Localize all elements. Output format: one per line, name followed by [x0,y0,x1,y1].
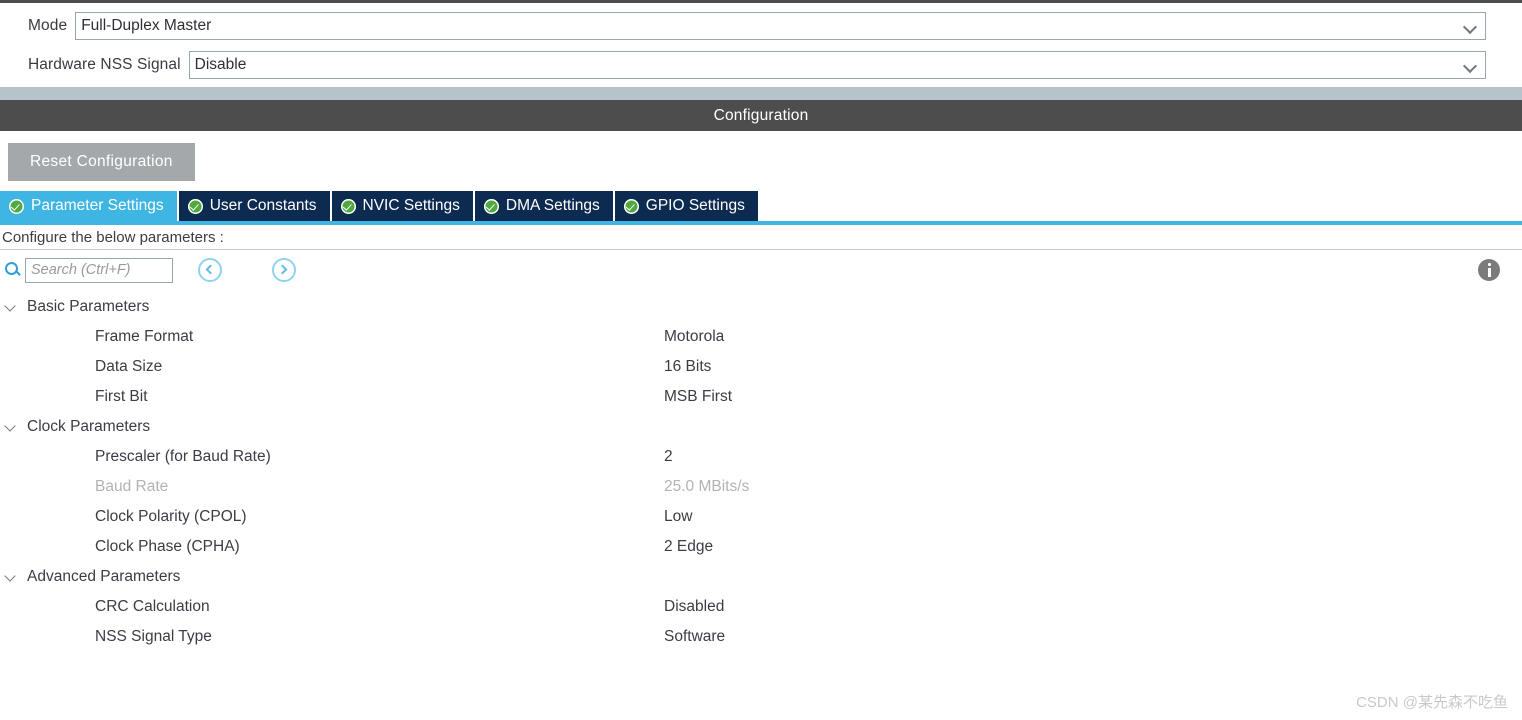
table-row[interactable]: Clock Polarity (CPOL) Low [0,502,1522,532]
toolbar: Reset Configuration [0,131,1522,191]
check-circle-icon [187,198,203,214]
param-label: First Bit [95,388,148,405]
param-label: Prescaler (for Baud Rate) [95,448,271,465]
watermark: CSDN @某先森不吃鱼 [1356,694,1508,711]
check-circle-icon [9,198,24,214]
search-toolbar [0,250,1522,290]
configuration-title: Configuration [713,106,809,124]
table-row[interactable]: Frame Format Motorola [0,322,1522,352]
chevron-down-icon[interactable] [2,297,22,317]
mode-label: Mode [28,17,68,34]
tab-user-constants[interactable]: User Constants [178,191,330,221]
tab-label: NVIC Settings [362,197,460,214]
param-label: Clock Phase (CPHA) [95,538,240,555]
table-row: Baud Rate 25.0 MBits/s [0,472,1522,502]
mode-dropdown[interactable]: Full-Duplex Master [75,12,1486,40]
chevron-right-circle-icon[interactable] [272,258,296,282]
param-value[interactable]: 16 Bits [664,358,711,376]
param-value[interactable]: Software [664,628,725,646]
parameter-tree: Basic Parameters Frame Format Motorola D… [0,290,1522,652]
param-label: Baud Rate [95,478,169,495]
tab-label: User Constants [209,197,317,214]
tree-group-advanced-parameters[interactable]: Advanced Parameters [0,562,1522,592]
param-value[interactable]: 2 [664,448,673,466]
param-value[interactable]: 2 Edge [664,538,713,556]
form-row-mode: Mode Full-Duplex Master [0,9,1522,43]
param-value: 25.0 MBits/s [664,478,750,495]
tab-label: GPIO Settings [645,197,745,214]
table-row[interactable]: First Bit MSB First [0,382,1522,412]
param-label: Frame Format [95,328,194,345]
table-row[interactable]: Data Size 16 Bits [0,352,1522,382]
chevron-down-icon[interactable] [2,417,22,437]
hardware-nss-signal-value: Disable [194,56,247,74]
chevron-left-circle-icon[interactable] [198,258,222,282]
settings-tab-bar: Parameter Settings User Constants NVIC S… [0,191,1522,221]
form-row-hardware-nss-signal: Hardware NSS Signal Disable [0,48,1522,82]
param-label: NSS Signal Type [95,628,212,645]
tree-group-basic-parameters[interactable]: Basic Parameters [0,292,1522,322]
configure-hint: Configure the below parameters : [2,229,224,246]
table-row[interactable]: Prescaler (for Baud Rate) 2 [0,442,1522,472]
param-value[interactable]: Motorola [664,328,724,346]
tree-group-label: Advanced Parameters [27,568,181,585]
table-row[interactable]: NSS Signal Type Software [0,622,1522,652]
check-circle-icon [340,198,356,214]
param-label: Clock Polarity (CPOL) [95,508,247,525]
param-value[interactable]: Disabled [664,598,724,616]
tab-nvic-settings[interactable]: NVIC Settings [331,191,473,221]
table-row[interactable]: Clock Phase (CPHA) 2 Edge [0,532,1522,562]
tree-group-clock-parameters[interactable]: Clock Parameters [0,412,1522,442]
configuration-header: Configuration [0,100,1522,131]
info-icon[interactable] [1478,259,1500,281]
tab-label: Parameter Settings [31,197,164,214]
search-input[interactable] [25,257,173,283]
chevron-down-icon [1463,22,1477,31]
check-circle-icon [623,198,639,214]
mode-value: Full-Duplex Master [81,17,212,35]
reset-configuration-button[interactable]: Reset Configuration [8,143,195,181]
hardware-nss-signal-label: Hardware NSS Signal [28,56,181,73]
tab-gpio-settings[interactable]: GPIO Settings [614,191,758,221]
check-circle-icon [483,198,499,214]
tab-dma-settings[interactable]: DMA Settings [474,191,613,221]
param-label: CRC Calculation [95,598,210,615]
param-label: Data Size [95,358,163,375]
tab-label: DMA Settings [505,197,600,214]
tab-parameter-settings[interactable]: Parameter Settings [0,191,177,221]
search-icon [4,261,22,279]
spi-mode-form: Mode Full-Duplex Master Hardware NSS Sig… [0,3,1522,82]
param-value[interactable]: MSB First [664,388,732,406]
tree-group-label: Clock Parameters [27,418,151,435]
table-row[interactable]: CRC Calculation Disabled [0,592,1522,622]
section-separator [0,87,1522,100]
hardware-nss-signal-dropdown[interactable]: Disable [188,51,1486,79]
chevron-down-icon[interactable] [2,567,22,587]
tree-group-label: Basic Parameters [27,298,150,315]
chevron-down-icon [1463,61,1477,70]
param-value[interactable]: Low [664,508,692,526]
